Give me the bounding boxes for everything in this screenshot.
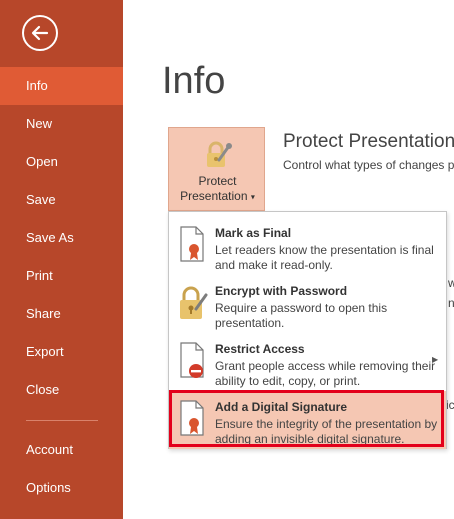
nav-info[interactable]: Info (0, 67, 123, 105)
nav-account[interactable]: Account (0, 431, 123, 469)
nav-divider (26, 420, 98, 421)
document-restricted-icon (178, 341, 208, 381)
section-description: Control what types of changes p (283, 158, 454, 172)
menu-item-encrypt-with-password[interactable]: Encrypt with Password Require a password… (169, 275, 446, 333)
padlock-key-icon (178, 283, 208, 323)
back-button[interactable] (22, 15, 58, 51)
menu-item-mark-as-final[interactable]: Mark as Final Let readers know the prese… (169, 217, 446, 275)
obscured-text-fragment: n (448, 296, 454, 310)
nav-share[interactable]: Share (0, 295, 123, 333)
menu-item-title: Encrypt with Password (215, 284, 348, 298)
menu-item-restrict-access[interactable]: Restrict Access Grant people access whil… (169, 333, 446, 391)
protect-presentation-button[interactable]: Protect Presentation ▾ (168, 127, 265, 211)
nav-new[interactable]: New (0, 105, 123, 143)
nav-close[interactable]: Close (0, 371, 123, 409)
nav-save[interactable]: Save (0, 181, 123, 219)
obscured-text-fragment: ic (446, 398, 454, 412)
nav-save-as[interactable]: Save As (0, 219, 123, 257)
nav-export[interactable]: Export (0, 333, 123, 371)
page-title: Info (162, 60, 226, 102)
menu-item-description: Let readers know the presentation is fin… (215, 243, 434, 272)
nav-options[interactable]: Options (0, 469, 123, 507)
menu-item-add-digital-signature[interactable]: Add a Digital Signature Ensure the integ… (169, 391, 446, 449)
protect-presentation-menu: Mark as Final Let readers know the prese… (168, 211, 447, 449)
nav-open[interactable]: Open (0, 143, 123, 181)
document-ribbon-icon (178, 399, 208, 439)
document-ribbon-icon (178, 225, 208, 265)
menu-item-title: Add a Digital Signature (215, 400, 348, 414)
nav-print[interactable]: Print (0, 257, 123, 295)
menu-item-title: Mark as Final (215, 226, 292, 240)
back-arrow-icon (31, 25, 49, 41)
menu-item-description: Grant people access while removing their… (215, 359, 436, 388)
menu-item-description: Ensure the integrity of the presentation… (215, 417, 438, 446)
chevron-down-icon: ▾ (250, 192, 255, 202)
lock-key-icon (205, 140, 233, 175)
obscured-text-fragment: w (448, 276, 454, 290)
section-heading: Protect Presentation (283, 131, 454, 152)
menu-item-description: Require a password to open this presenta… (215, 301, 388, 330)
protect-button-label-line2: Presentation (180, 189, 248, 203)
menu-item-title: Restrict Access (215, 342, 305, 356)
protect-button-label-line1: Protect (198, 174, 237, 188)
backstage-sidebar: Info New Open Save Save As Print Share E… (0, 0, 123, 519)
chevron-right-icon: ▶ (432, 355, 439, 364)
